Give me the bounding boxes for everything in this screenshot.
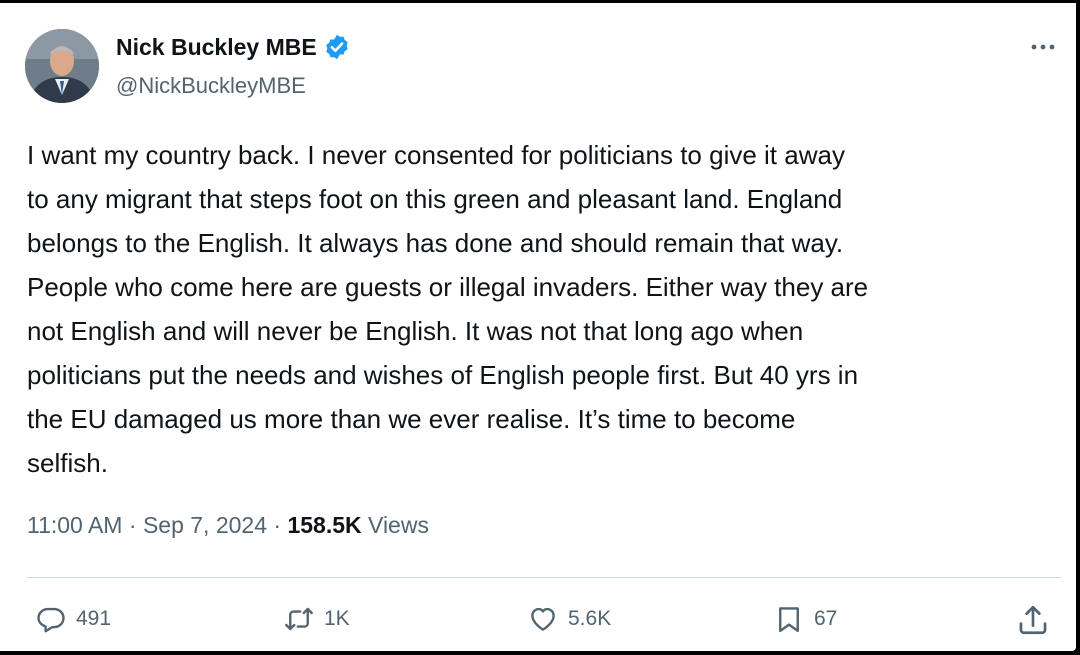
meta-separator: · bbox=[267, 512, 288, 538]
repost-count: 1K bbox=[324, 607, 350, 630]
bookmark-icon bbox=[779, 607, 799, 633]
verified-badge-icon bbox=[325, 34, 348, 60]
author-name-row[interactable]: Nick Buckley MBE bbox=[116, 33, 351, 61]
views-count: 158.5K bbox=[287, 512, 362, 538]
avatar-image bbox=[25, 29, 99, 103]
heart-icon bbox=[531, 607, 555, 631]
views-label: Views bbox=[361, 512, 429, 538]
bookmark-button[interactable]: 67 bbox=[774, 599, 837, 639]
share-icon[interactable] bbox=[1016, 603, 1050, 637]
avatar[interactable] bbox=[25, 29, 99, 103]
tweet-card: Nick Buckley MBE @NickBuckleyMBE I want … bbox=[0, 3, 1076, 651]
more-horizontal-icon[interactable] bbox=[1028, 37, 1058, 57]
repost-icon bbox=[285, 607, 313, 631]
bookmark-count: 67 bbox=[814, 607, 838, 630]
tweet-text: I want my country back. I never consente… bbox=[27, 140, 869, 478]
reply-button[interactable]: 491 bbox=[36, 599, 111, 639]
reply-icon bbox=[37, 607, 65, 633]
like-button[interactable]: 5.6K bbox=[528, 599, 611, 639]
tweet-meta: 11:00 AM · Sep 7, 2024 · 158.5K Views bbox=[27, 512, 429, 539]
divider bbox=[27, 577, 1061, 578]
reply-count: 491 bbox=[76, 607, 112, 630]
author-name[interactable]: Nick Buckley MBE bbox=[116, 34, 317, 61]
tweet-date[interactable]: Sep 7, 2024 bbox=[143, 512, 267, 538]
tweet-time[interactable]: 11:00 AM bbox=[27, 512, 122, 538]
meta-separator: · bbox=[122, 512, 143, 538]
repost-button[interactable]: 1K bbox=[284, 599, 350, 639]
author-handle[interactable]: @NickBuckleyMBE bbox=[116, 73, 306, 99]
like-count: 5.6K bbox=[568, 607, 612, 630]
